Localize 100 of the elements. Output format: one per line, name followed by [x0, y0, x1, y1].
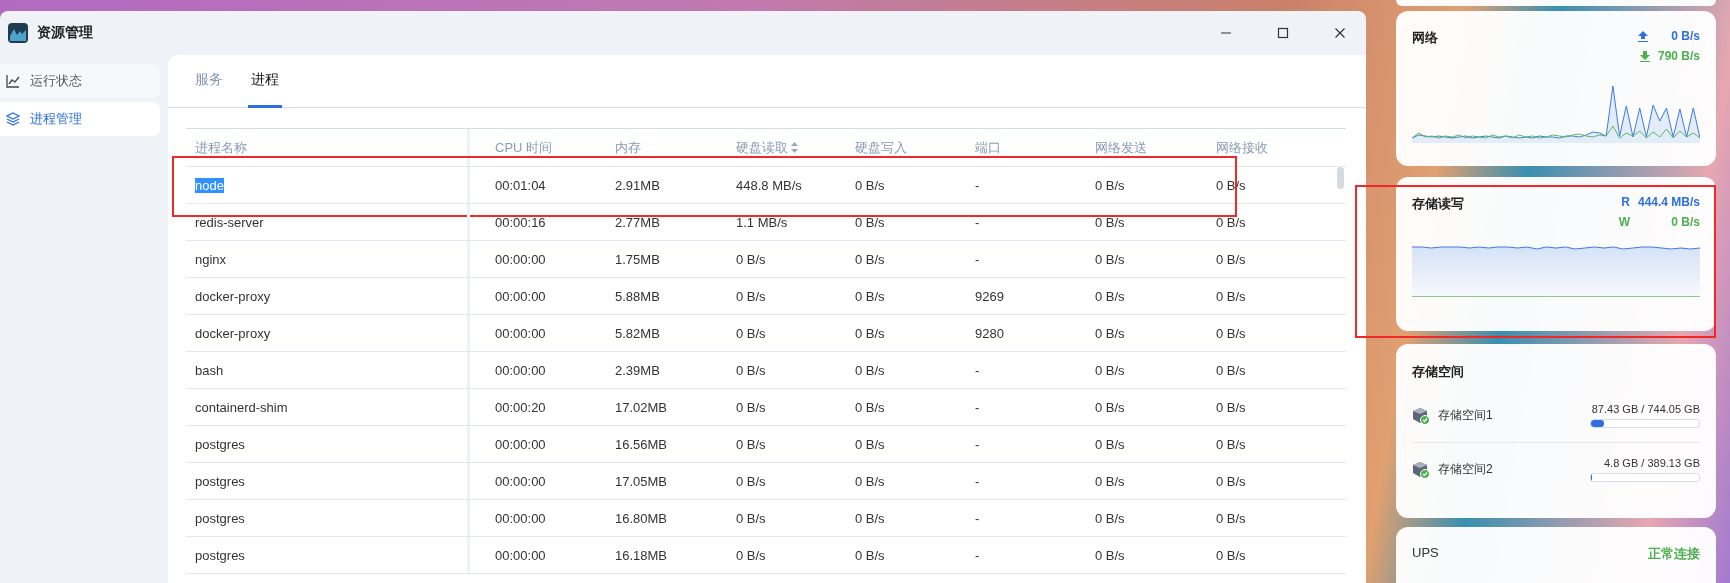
table-cell: 0 B/s — [855, 547, 885, 563]
table-cell: 00:00:00 — [495, 547, 546, 563]
ups-status: 正常连接 — [1648, 545, 1700, 563]
table-cell: 0 B/s — [855, 251, 885, 267]
table-cell: 00:01:04 — [495, 177, 546, 193]
column-header[interactable]: 进程名称 — [186, 129, 470, 166]
table-cell: 0 B/s — [1216, 362, 1246, 378]
table-cell: 0 B/s — [736, 251, 766, 267]
table-cell: - — [975, 547, 980, 563]
column-header[interactable]: 端口 — [966, 129, 1086, 166]
column-header[interactable]: 硬盘写入 — [846, 129, 966, 166]
table-cell: - — [975, 436, 980, 452]
table-cell: 0 B/s — [1216, 214, 1246, 230]
table-cell: 00:00:00 — [495, 473, 546, 489]
column-header[interactable]: 网络发送 — [1086, 129, 1207, 166]
table-cell: 0 B/s — [1216, 510, 1246, 526]
table-cell: 0 B/s — [1095, 288, 1125, 304]
table-cell: 0 B/s — [736, 399, 766, 415]
table-cell: 0 B/s — [1216, 325, 1246, 341]
table-cell: 17.02MB — [615, 399, 668, 415]
table-cell: 448.8 MB/s — [736, 177, 802, 193]
volume-name: 存储空间1 — [1438, 407, 1494, 424]
table-cell: - — [975, 399, 980, 415]
table-cell: - — [975, 177, 980, 193]
volume-usage: 4.8 GB / 389.13 GB — [1604, 457, 1700, 469]
window-title: 资源管理 — [37, 24, 94, 42]
table-cell: 0 B/s — [855, 288, 885, 304]
table-cell: postgres — [195, 510, 245, 526]
table-cell: docker-proxy — [195, 288, 271, 304]
table-cell: 0 B/s — [736, 436, 766, 452]
table-cell: 0 B/s — [1095, 251, 1125, 267]
table-cell: 0 B/s — [736, 325, 766, 341]
table-cell: 5.88MB — [615, 288, 660, 304]
column-header[interactable]: 硬盘读取 — [727, 129, 846, 166]
table-cell: 9280 — [975, 325, 1004, 341]
write-label: W — [1618, 215, 1630, 229]
card-title: 存储空间 — [1412, 364, 1464, 379]
tab[interactable]: 进程 — [248, 55, 282, 108]
table-cell: 2.91MB — [615, 177, 660, 193]
table-cell: 16.18MB — [615, 547, 668, 563]
table-cell: - — [975, 473, 980, 489]
table-cell: redis-server — [195, 214, 264, 230]
table-cell: 0 B/s — [855, 473, 885, 489]
table-cell: 00:00:16 — [495, 214, 546, 230]
table-cell: postgres — [195, 547, 245, 563]
table-cell: 0 B/s — [855, 177, 885, 193]
table-cell: containerd-shim — [195, 399, 288, 415]
table-cell: 0 B/s — [736, 510, 766, 526]
table-cell: 0 B/s — [855, 436, 885, 452]
sidebar-item[interactable]: 运行状态 — [0, 64, 160, 98]
table-cell: 0 B/s — [1216, 251, 1246, 267]
table-cell: bash — [195, 362, 224, 378]
table-cell: 0 B/s — [736, 547, 766, 563]
table-cell: 0 B/s — [1095, 325, 1125, 341]
read-speed: 444.4 MB/s — [1637, 195, 1700, 209]
table-cell: 0 B/s — [736, 288, 766, 304]
table-cell: 0 B/s — [855, 510, 885, 526]
table-cell: 0 B/s — [1095, 214, 1125, 230]
read-label: R — [1621, 195, 1630, 209]
table-cell: 00:00:00 — [495, 288, 546, 304]
table-cell: 00:00:20 — [495, 399, 546, 415]
table-cell: 0 B/s — [1216, 288, 1246, 304]
table-cell: 5.82MB — [615, 325, 660, 341]
tab[interactable]: 服务 — [192, 55, 226, 108]
table-cell: - — [975, 251, 980, 267]
volume-name: 存储空间2 — [1438, 461, 1494, 478]
table-cell: 00:00:00 — [495, 251, 546, 267]
table-cell: 0 B/s — [1095, 436, 1125, 452]
table-cell: - — [975, 214, 980, 230]
table-cell: 0 B/s — [855, 399, 885, 415]
table-cell: postgres — [195, 473, 245, 489]
column-header[interactable]: CPU 时间 — [470, 129, 606, 166]
volume-usage: 87.43 GB / 744.05 GB — [1591, 403, 1700, 415]
table-cell: postgres — [195, 436, 245, 452]
sidebar-item[interactable]: 进程管理 — [0, 102, 160, 136]
table-cell: 0 B/s — [1095, 177, 1125, 193]
table-cell: 2.77MB — [615, 214, 660, 230]
column-header[interactable]: 内存 — [606, 129, 727, 166]
table-cell: 0 B/s — [1216, 473, 1246, 489]
table-cell: 0 B/s — [1095, 547, 1125, 563]
column-header[interactable]: 网络接收 — [1207, 129, 1346, 166]
table-cell: - — [975, 510, 980, 526]
table-cell: 17.05MB — [615, 473, 668, 489]
table-cell: 0 B/s — [1095, 473, 1125, 489]
card-title: 网络 — [1412, 29, 1438, 47]
table-cell: node — [195, 177, 224, 193]
table-cell: 0 B/s — [1095, 362, 1125, 378]
table-cell: 00:00:00 — [495, 436, 546, 452]
table-cell: 16.80MB — [615, 510, 668, 526]
table-cell: docker-proxy — [195, 325, 271, 341]
table-cell: 0 B/s — [1216, 399, 1246, 415]
table-cell: 0 B/s — [855, 325, 885, 341]
table-cell: 1.1 MB/s — [736, 214, 788, 230]
table-cell: 0 B/s — [1216, 547, 1246, 563]
table-cell: 0 B/s — [736, 362, 766, 378]
write-speed: 0 B/s — [1670, 215, 1700, 229]
card-title: UPS — [1412, 545, 1439, 560]
table-cell: 16.56MB — [615, 436, 668, 452]
table-cell: 00:00:00 — [495, 362, 546, 378]
table-cell: 9269 — [975, 288, 1004, 304]
